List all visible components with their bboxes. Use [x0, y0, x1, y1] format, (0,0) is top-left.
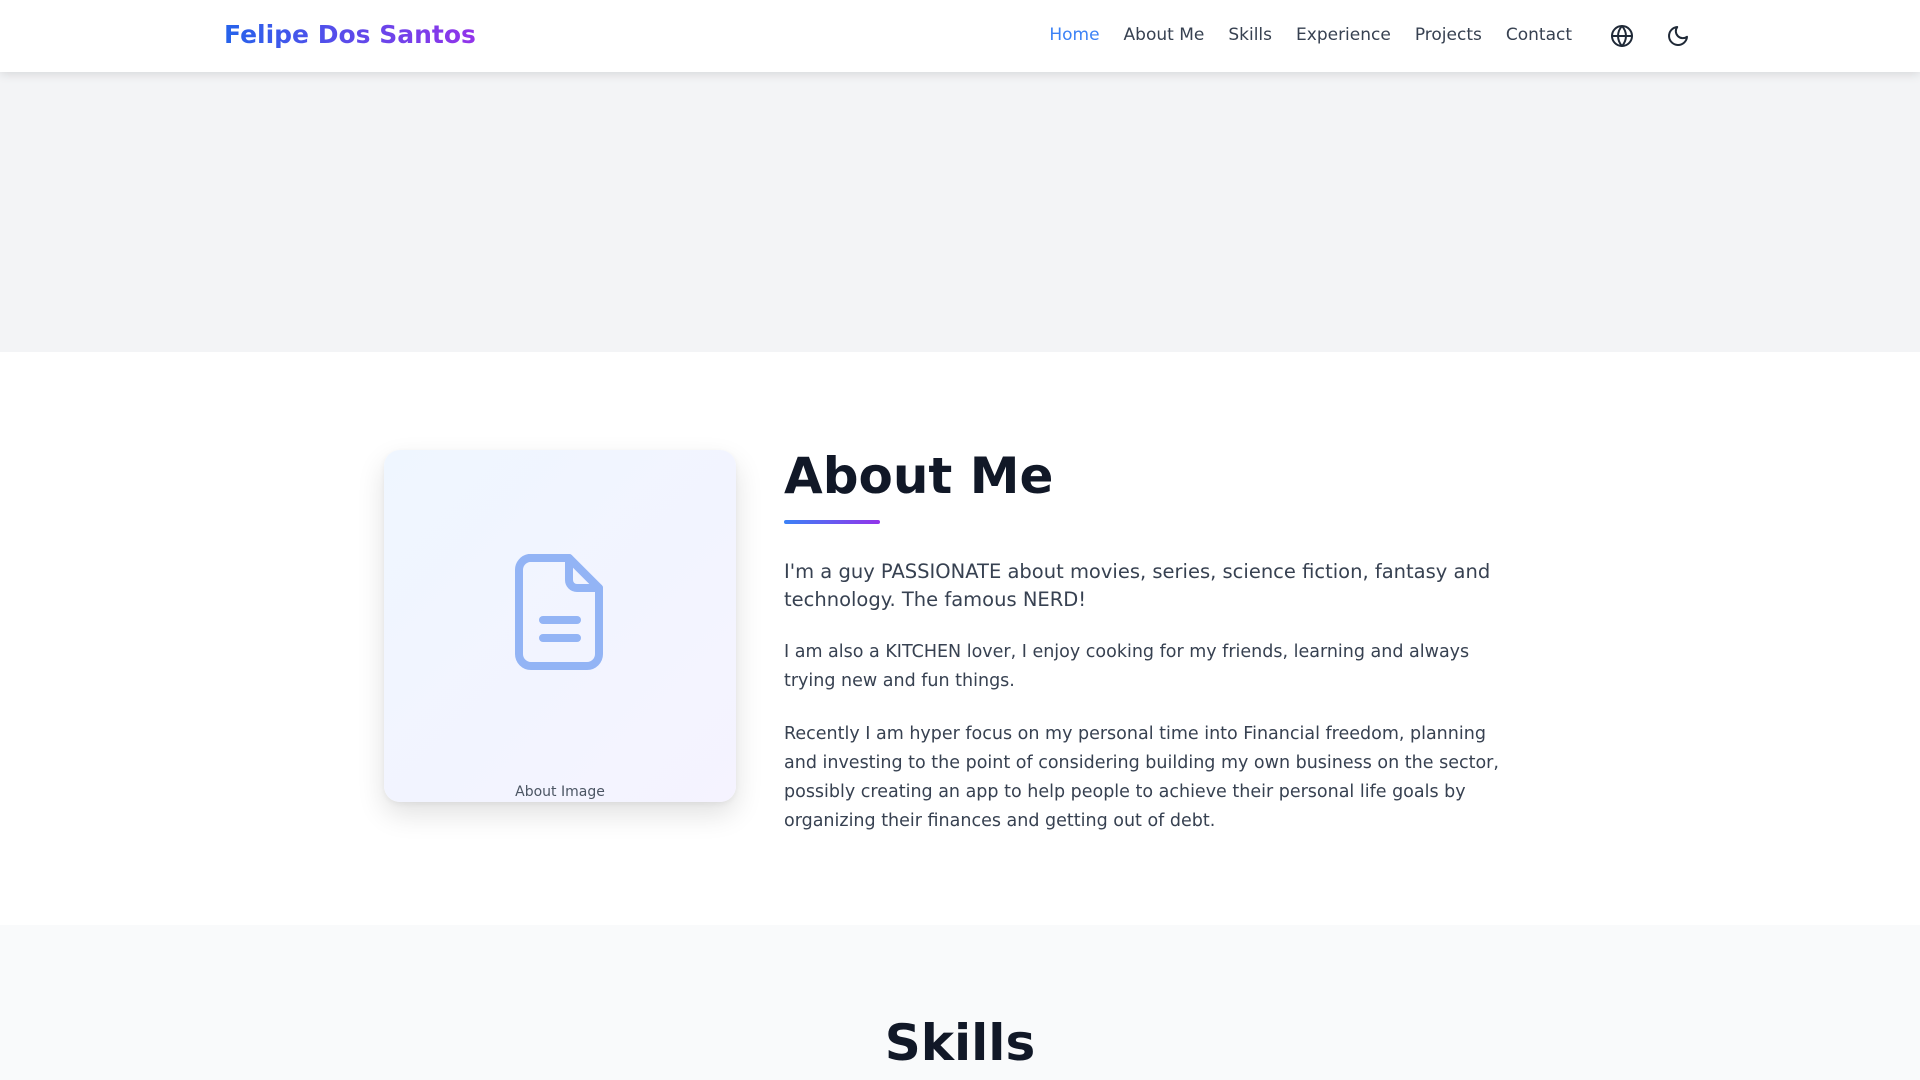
about-image-label: About Image: [515, 784, 605, 800]
nav-link-experience[interactable]: Experience: [1296, 24, 1391, 46]
skills-section: Skills: [0, 925, 1920, 1080]
nav-link-contact[interactable]: Contact: [1506, 24, 1572, 46]
title-underline: [784, 520, 880, 524]
document-icon: [515, 554, 603, 670]
about-paragraph-finance: Recently I am hyper focus on my personal…: [784, 724, 1499, 831]
nav-link-home[interactable]: Home: [1049, 24, 1099, 46]
nav-icons: [1608, 22, 1692, 50]
navbar: Felipe Dos Santos Home About Me Skills E…: [0, 0, 1920, 72]
about-title: About Me: [784, 447, 1054, 505]
nav-link-about[interactable]: About Me: [1124, 24, 1205, 46]
nav-link-skills[interactable]: Skills: [1228, 24, 1272, 46]
about-lead-paragraph: I'm a guy PASSIONATE about movies, serie…: [784, 560, 1491, 611]
nav-links: Home About Me Skills Experience Projects…: [1049, 24, 1572, 46]
nav-link-projects[interactable]: Projects: [1415, 24, 1482, 46]
brand-logo[interactable]: Felipe Dos Santos: [224, 20, 476, 50]
about-image-card: About Image: [384, 450, 736, 802]
about-paragraph-kitchen: I am also a KITCHEN lover, I enjoy cooki…: [784, 642, 1470, 691]
about-content: About Me I'm a guy PASSIONATE about movi…: [784, 448, 1524, 836]
hero-section: [0, 72, 1920, 352]
globe-icon[interactable]: [1608, 22, 1636, 50]
about-section: About Image About Me I'm a guy PASSIONAT…: [0, 352, 1920, 925]
skills-title: Skills: [884, 1014, 1036, 1072]
moon-icon[interactable]: [1664, 22, 1692, 50]
